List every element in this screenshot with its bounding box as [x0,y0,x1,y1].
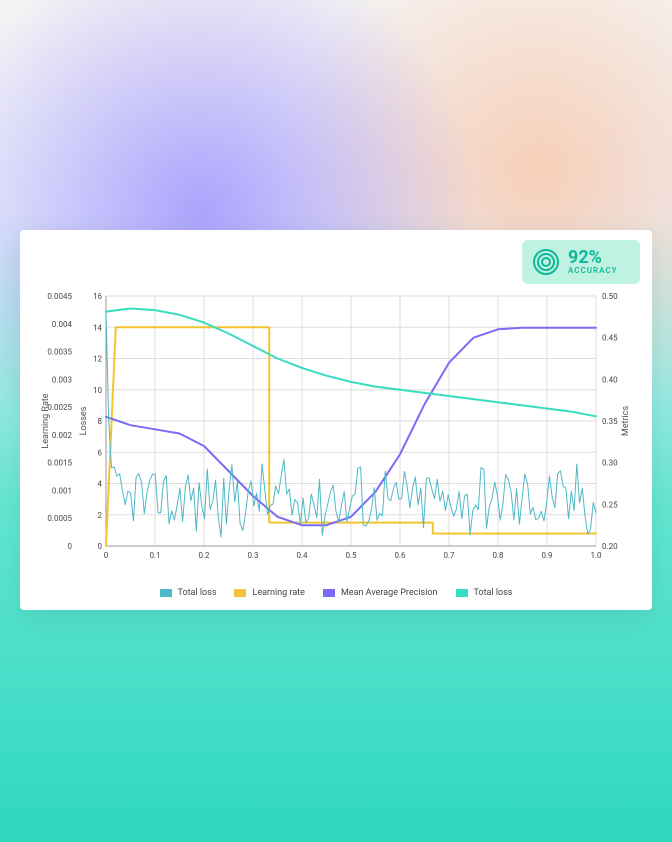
accuracy-badge: 92% ACCURACY [522,240,640,284]
accuracy-value: 92% [568,249,618,267]
svg-text:0.4: 0.4 [296,551,308,560]
svg-text:0.3: 0.3 [247,551,258,560]
svg-text:0.50: 0.50 [602,292,618,301]
svg-text:Losses: Losses [79,406,89,435]
legend-label: Learning rate [252,588,304,598]
legend-label: Total loss [474,588,513,598]
svg-text:0.004: 0.004 [52,320,73,329]
chart-area: 0 0.1 0.2 0.3 0.4 0.5 0.6 0.7 0.8 0.9 1.0 0 0.0005 0.… [40,292,632,570]
svg-text:0.0045: 0.0045 [47,292,72,301]
svg-text:0.2: 0.2 [198,551,210,560]
svg-text:4: 4 [98,480,103,489]
svg-text:0.25: 0.25 [602,500,618,509]
svg-text:0.001: 0.001 [52,486,72,495]
legend-item: Total loss [160,588,217,598]
svg-text:0.0005: 0.0005 [47,514,72,523]
svg-text:0: 0 [104,551,109,560]
svg-text:0.35: 0.35 [602,417,618,426]
svg-text:12: 12 [93,355,102,364]
svg-text:16: 16 [93,292,102,301]
svg-text:0.7: 0.7 [443,551,455,560]
svg-text:0.20: 0.20 [602,542,618,551]
svg-text:0.0015: 0.0015 [47,459,72,468]
legend-swatch [234,589,246,597]
svg-text:0.003: 0.003 [52,375,72,384]
target-icon [532,248,560,276]
svg-text:1.0: 1.0 [590,551,602,560]
legend-swatch [456,589,468,597]
line-chart: 0 0.1 0.2 0.3 0.4 0.5 0.6 0.7 0.8 0.9 1.0 0 0.0005 0.… [40,292,632,570]
svg-text:10: 10 [93,386,102,395]
svg-text:0.9: 0.9 [541,551,552,560]
legend-item: Mean Average Precision [323,588,438,598]
svg-text:0: 0 [68,542,73,551]
svg-text:8: 8 [98,417,103,426]
accuracy-label: ACCURACY [568,267,618,275]
legend: Total loss Learning rate Mean Average Pr… [20,588,652,598]
svg-text:0.8: 0.8 [492,551,504,560]
svg-text:0.0025: 0.0025 [47,403,72,412]
svg-text:Metrics: Metrics [621,406,631,437]
legend-swatch [160,589,172,597]
svg-text:0.0035: 0.0035 [47,348,72,357]
svg-text:0.6: 0.6 [394,551,406,560]
svg-text:0.40: 0.40 [602,375,618,384]
svg-text:0: 0 [98,542,103,551]
svg-text:0.30: 0.30 [602,459,618,468]
legend-item: Learning rate [234,588,304,598]
legend-label: Mean Average Precision [341,588,438,598]
svg-text:14: 14 [93,323,102,332]
svg-text:0.002: 0.002 [52,431,73,440]
svg-text:0.45: 0.45 [602,334,618,343]
svg-text:6: 6 [98,448,103,457]
svg-text:0.5: 0.5 [345,551,357,560]
svg-text:0.1: 0.1 [149,551,160,560]
chart-card: 92% ACCURACY 0 0.1 0.2 0.3 0.4 0.5 0.6 0.7 0.8 0.… [20,230,652,610]
svg-text:2: 2 [98,511,103,520]
legend-label: Total loss [178,588,217,598]
legend-swatch [323,589,335,597]
svg-text:Learning Rate: Learning Rate [41,393,51,448]
legend-item: Total loss [456,588,513,598]
